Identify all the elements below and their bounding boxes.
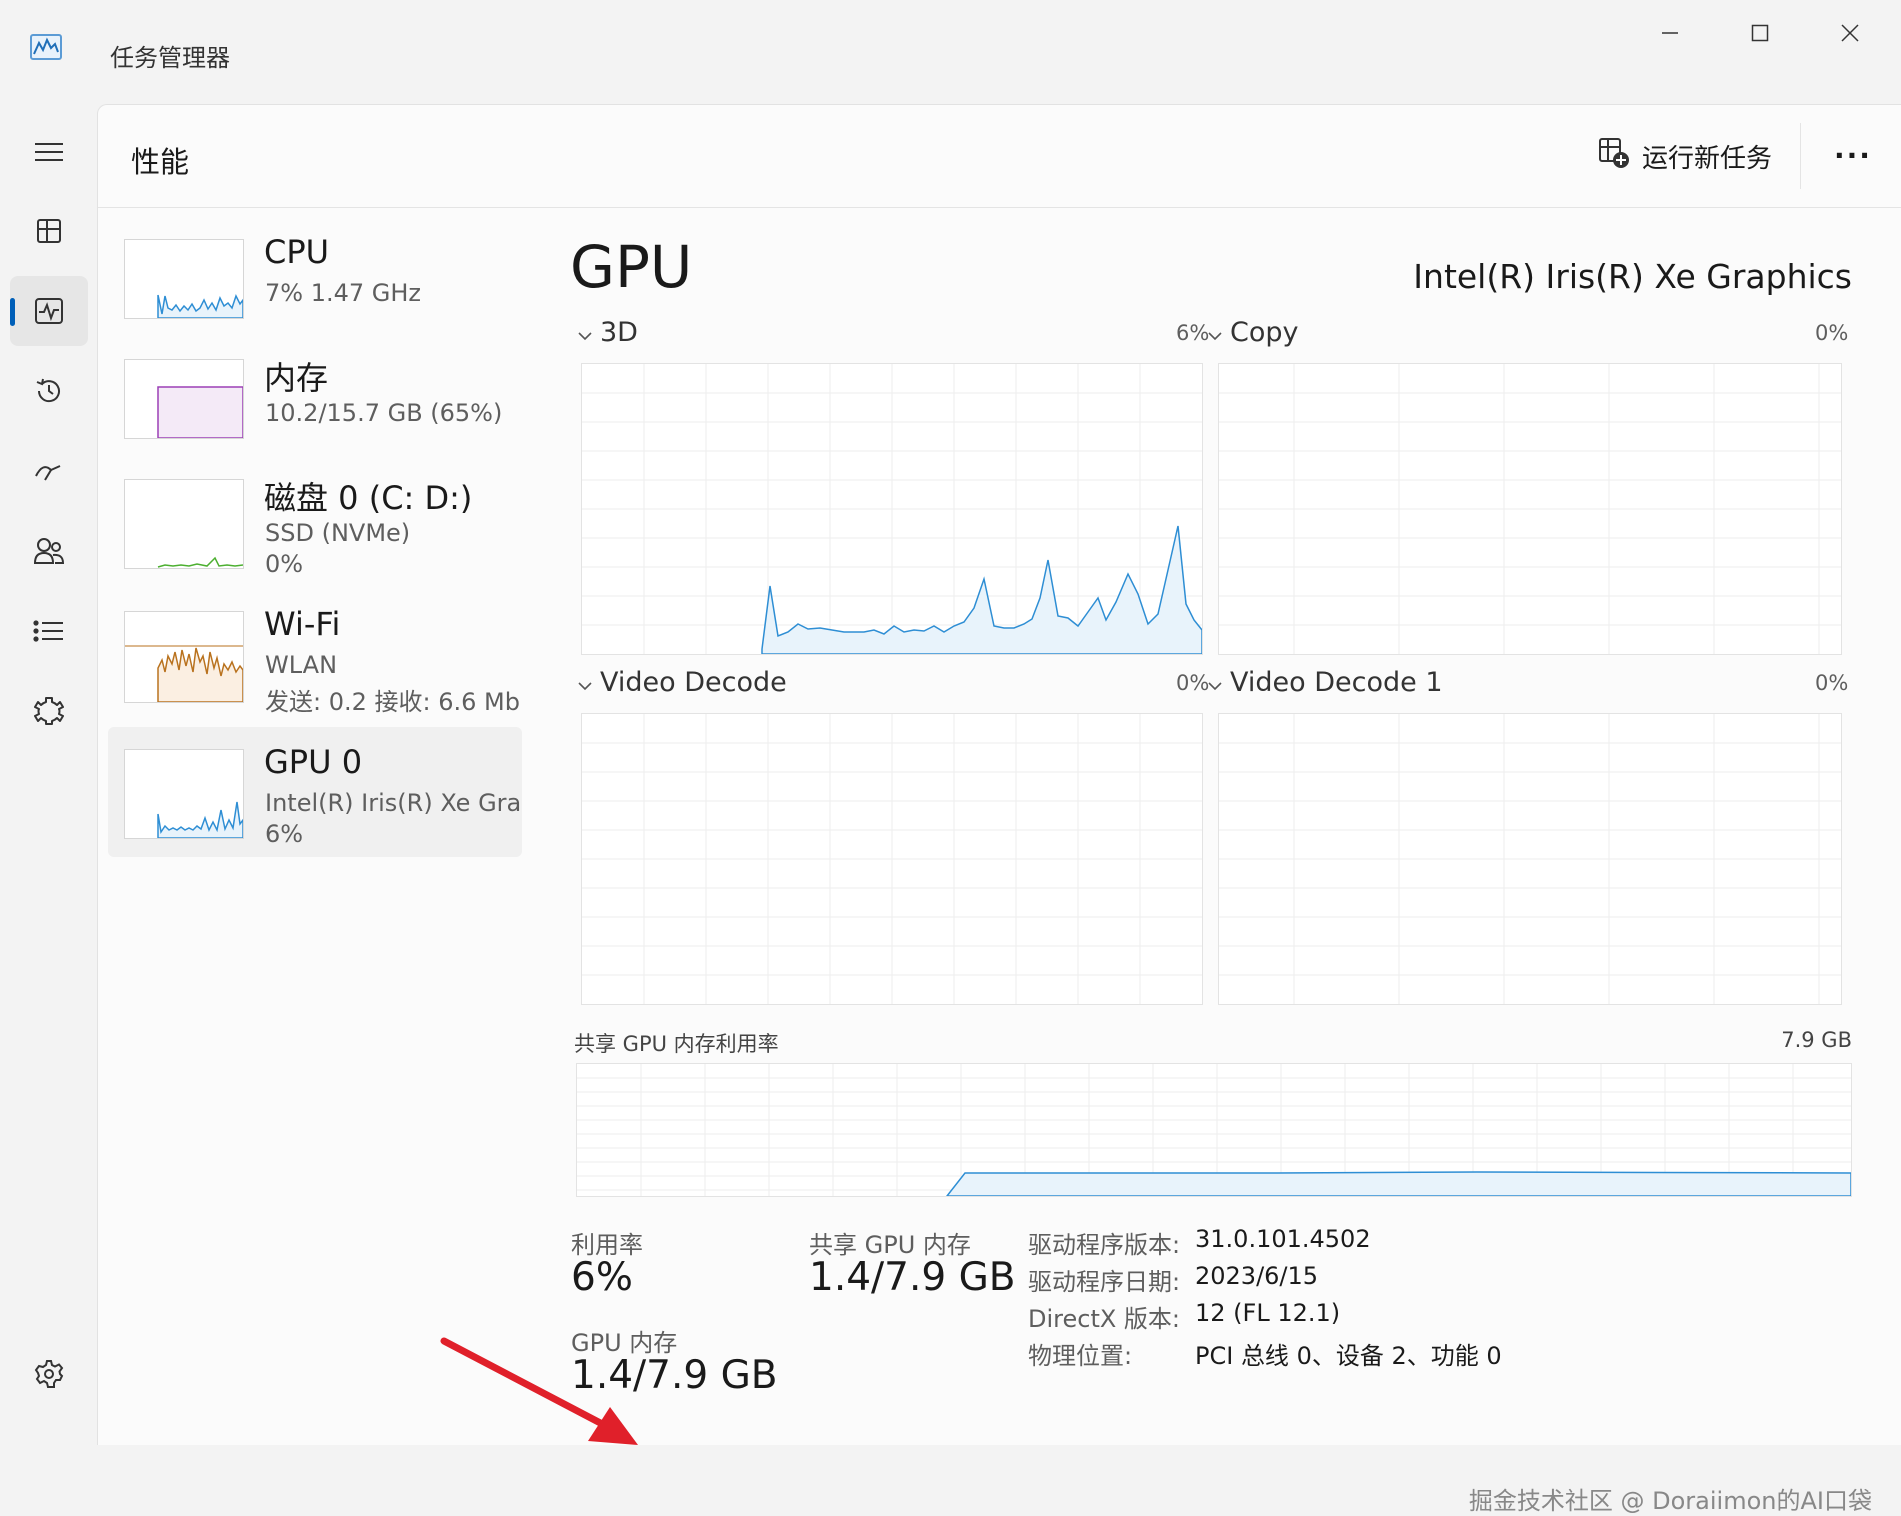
- resource-item-memory[interactable]: 内存 10.2/15.7 GB (65%): [108, 347, 522, 477]
- page-title: 性能: [131, 145, 190, 179]
- disk-thumbnail-graph: [124, 479, 244, 569]
- driver-version-key: 驱动程序版本:: [1028, 1231, 1181, 1259]
- window-title: 任务管理器: [110, 44, 230, 72]
- resource-detail: 0%: [265, 550, 304, 578]
- settings-icon[interactable]: [10, 1339, 88, 1409]
- resource-name: CPU: [264, 233, 330, 271]
- directx-version-value: 12 (FL 12.1): [1195, 1299, 1341, 1327]
- page-header: 性能 运行新任务 ···: [98, 105, 1901, 208]
- resource-detail: 7% 1.47 GHz: [265, 279, 422, 307]
- gpu-thumbnail-graph: [124, 749, 244, 839]
- engine-label: 3D: [600, 317, 638, 348]
- engine-graph-3d: [581, 363, 1203, 655]
- performance-icon[interactable]: [10, 276, 88, 346]
- resource-item-cpu[interactable]: CPU 7% 1.47 GHz: [108, 227, 522, 357]
- details-icon[interactable]: [10, 596, 88, 666]
- performance-chart-icon: [30, 34, 62, 60]
- engine-selector-video-decode[interactable]: Video Decode: [578, 667, 787, 698]
- engine-percent: 0%: [1176, 671, 1210, 695]
- chevron-down-icon: [578, 317, 592, 348]
- resource-detail: 10.2/15.7 GB (65%): [265, 399, 503, 427]
- resource-detail: SSD (NVMe): [265, 519, 411, 547]
- engine-selector-video-decode-1[interactable]: Video Decode 1: [1208, 667, 1443, 698]
- engine-selector-3d[interactable]: 3D: [578, 317, 638, 348]
- shared-memory-graph-max: 7.9 GB: [1781, 1028, 1852, 1052]
- resource-name: 磁盘 0 (C: D:): [264, 479, 473, 517]
- engine-graph-copy: [1218, 363, 1842, 655]
- resource-detail: 发送: 0.2 接收: 6.6 Mbps: [265, 688, 522, 716]
- engine-percent: 0%: [1815, 671, 1849, 695]
- resource-item-gpu[interactable]: GPU 0 Intel(R) Iris(R) Xe Gra... 6%: [108, 727, 522, 857]
- annotation-arrow-icon: [440, 1337, 638, 1445]
- chevron-down-icon: [578, 667, 592, 698]
- run-new-task-label: 运行新任务: [1642, 143, 1773, 174]
- engine-graph-video-decode-1: [1218, 713, 1842, 1005]
- physical-location-key: 物理位置:: [1028, 1342, 1133, 1370]
- resource-item-wifi[interactable]: Wi-Fi WLAN 发送: 0.2 接收: 6.6 Mbps: [108, 599, 522, 729]
- title-bar: 任务管理器: [0, 0, 1901, 104]
- services-icon[interactable]: [10, 676, 88, 746]
- more-options-button[interactable]: ···: [1833, 135, 1873, 175]
- chevron-down-icon: [1208, 317, 1222, 348]
- header-divider: [1800, 123, 1801, 189]
- engine-label: Copy: [1230, 317, 1299, 348]
- left-navigation: [0, 104, 96, 1444]
- hamburger-menu-icon[interactable]: [10, 117, 88, 187]
- resource-detail: Intel(R) Iris(R) Xe Gra...: [265, 789, 522, 817]
- driver-version-value: 31.0.101.4502: [1195, 1225, 1371, 1253]
- app-history-icon[interactable]: [10, 356, 88, 426]
- engine-graph-video-decode: [581, 713, 1203, 1005]
- engine-percent: 0%: [1815, 321, 1849, 345]
- shared-memory-graph-label: 共享 GPU 内存利用率: [574, 1032, 779, 1056]
- gpu-model-name: Intel(R) Iris(R) Xe Graphics: [1413, 257, 1852, 296]
- cpu-thumbnail-graph: [124, 239, 244, 319]
- resource-name: GPU 0: [264, 743, 363, 781]
- gpu-title: GPU: [570, 233, 693, 301]
- users-icon[interactable]: [10, 516, 88, 586]
- physical-location-value: PCI 总线 0、设备 2、功能 0: [1195, 1342, 1502, 1370]
- wifi-thumbnail-graph: [124, 611, 244, 703]
- minimize-button[interactable]: [1630, 8, 1710, 58]
- shared-memory-graph: [576, 1063, 1852, 1197]
- driver-date-value: 2023/6/15: [1195, 1262, 1319, 1290]
- watermark-text: 掘金技术社区 @ Doraiimon的AI口袋: [1468, 1487, 1872, 1515]
- driver-date-key: 驱动程序日期:: [1028, 1268, 1181, 1296]
- engine-selector-copy[interactable]: Copy: [1208, 317, 1299, 348]
- resource-name: Wi-Fi: [264, 605, 341, 643]
- resource-name: 内存: [264, 359, 329, 397]
- run-new-task-button[interactable]: 运行新任务: [1598, 133, 1772, 179]
- engine-label: Video Decode 1: [1230, 667, 1443, 698]
- maximize-button[interactable]: [1720, 8, 1800, 58]
- processes-icon[interactable]: [10, 196, 88, 266]
- directx-version-key: DirectX 版本:: [1028, 1305, 1181, 1333]
- shared-gpu-memory-value: 1.4/7.9 GB: [809, 1255, 1016, 1300]
- content-panel: 性能 运行新任务 ··· CPU 7% 1.47 GHz 内存 10.2/15.…: [97, 104, 1901, 1515]
- resource-detail: 6%: [265, 820, 304, 848]
- engine-percent: 6%: [1176, 321, 1210, 345]
- utilization-value: 6%: [571, 1255, 633, 1300]
- resource-detail: WLAN: [265, 651, 338, 679]
- chevron-down-icon: [1208, 667, 1222, 698]
- startup-apps-icon[interactable]: [10, 436, 88, 506]
- memory-thumbnail-graph: [124, 359, 244, 439]
- active-indicator: [10, 298, 15, 326]
- resource-item-disk[interactable]: 磁盘 0 (C: D:) SSD (NVMe) 0%: [108, 467, 522, 597]
- close-button[interactable]: [1810, 8, 1890, 58]
- new-task-icon: [1598, 137, 1630, 176]
- engine-label: Video Decode: [600, 667, 787, 698]
